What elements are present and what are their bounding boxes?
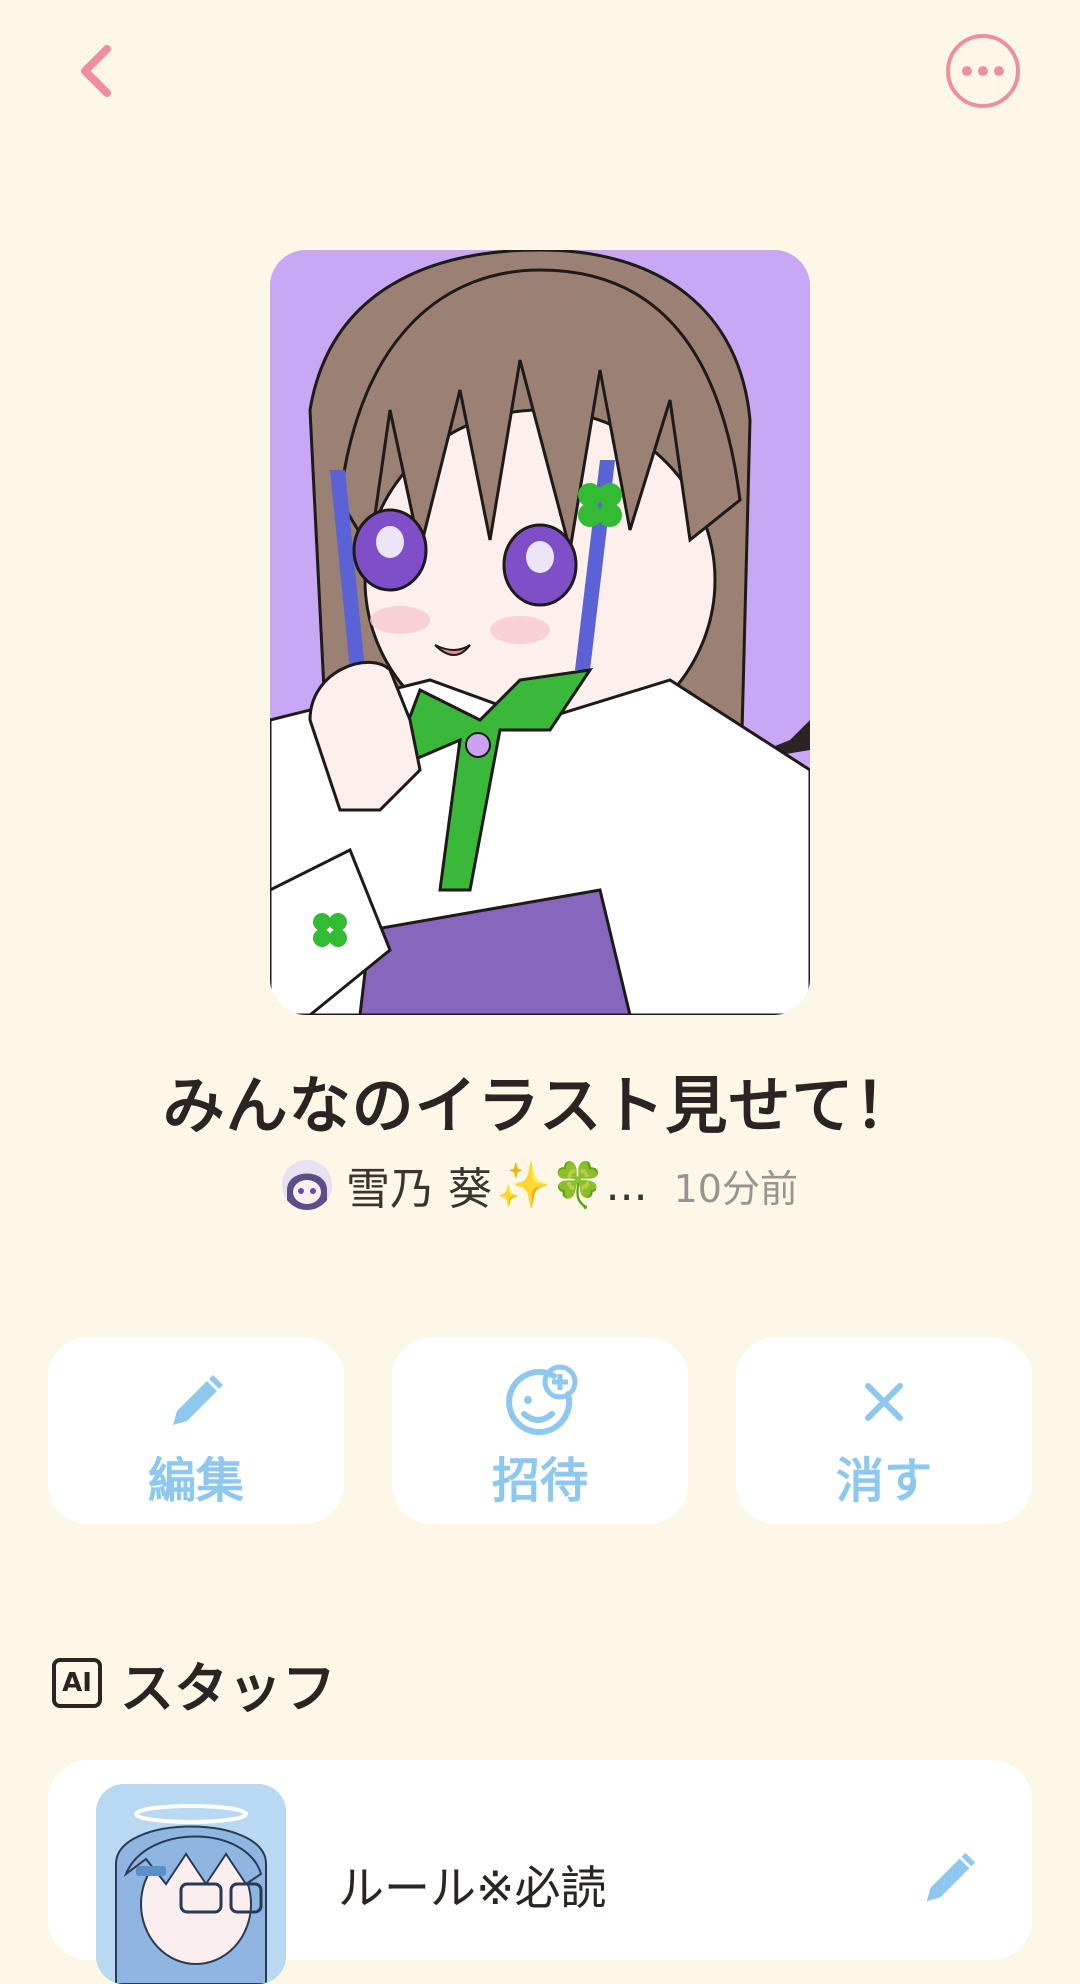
delete-button[interactable]: 消す — [736, 1337, 1032, 1524]
author-avatar-image — [282, 1160, 333, 1210]
delete-label: 消す — [835, 1453, 932, 1509]
edit-button[interactable]: 編集 — [48, 1337, 344, 1524]
staff-character-image — [96, 1784, 286, 1984]
staff-list-item[interactable]: ルール※必読 — [48, 1760, 1032, 1984]
post-time: 10分前 — [673, 1166, 798, 1211]
invite-face-plus-icon — [506, 1364, 578, 1435]
staff-thumbnail — [96, 1784, 286, 1984]
author-ellipsis: ... — [605, 1159, 648, 1211]
staff-section-header: AI スタッフ — [52, 1648, 336, 1720]
staff-item-title: ルール※必読 — [338, 1861, 607, 1915]
pencil-icon — [173, 1375, 223, 1425]
chevron-left-icon — [81, 45, 111, 97]
pencil-icon — [926, 1852, 976, 1902]
more-horizontal-icon — [962, 66, 1004, 76]
author-emoji: ✨🍀 — [496, 1160, 606, 1211]
more-options-button[interactable] — [946, 34, 1020, 108]
close-icon — [865, 1383, 903, 1421]
staff-item-edit-button[interactable] — [914, 1844, 984, 1914]
invite-label: 招待 — [491, 1453, 588, 1509]
back-button[interactable] — [60, 36, 130, 106]
author-name[interactable]: 雪乃 葵 — [346, 1153, 492, 1217]
room-title: みんなのイラスト見せて！ — [162, 1069, 918, 1142]
staff-heading: スタッフ — [120, 1656, 336, 1720]
edit-label: 編集 — [147, 1453, 244, 1509]
room-cover-image[interactable] — [270, 250, 810, 1015]
invite-button[interactable]: 招待 — [392, 1337, 688, 1524]
action-buttons: 編集 招待 消す — [48, 1337, 1032, 1524]
top-bar — [0, 0, 1080, 140]
anime-girl-illustration — [270, 250, 810, 1015]
room-meta: 雪乃 葵 ✨🍀 ... 10分前 — [0, 1150, 1080, 1220]
author-avatar[interactable] — [282, 1160, 333, 1210]
ai-badge-icon: AI — [52, 1658, 102, 1708]
